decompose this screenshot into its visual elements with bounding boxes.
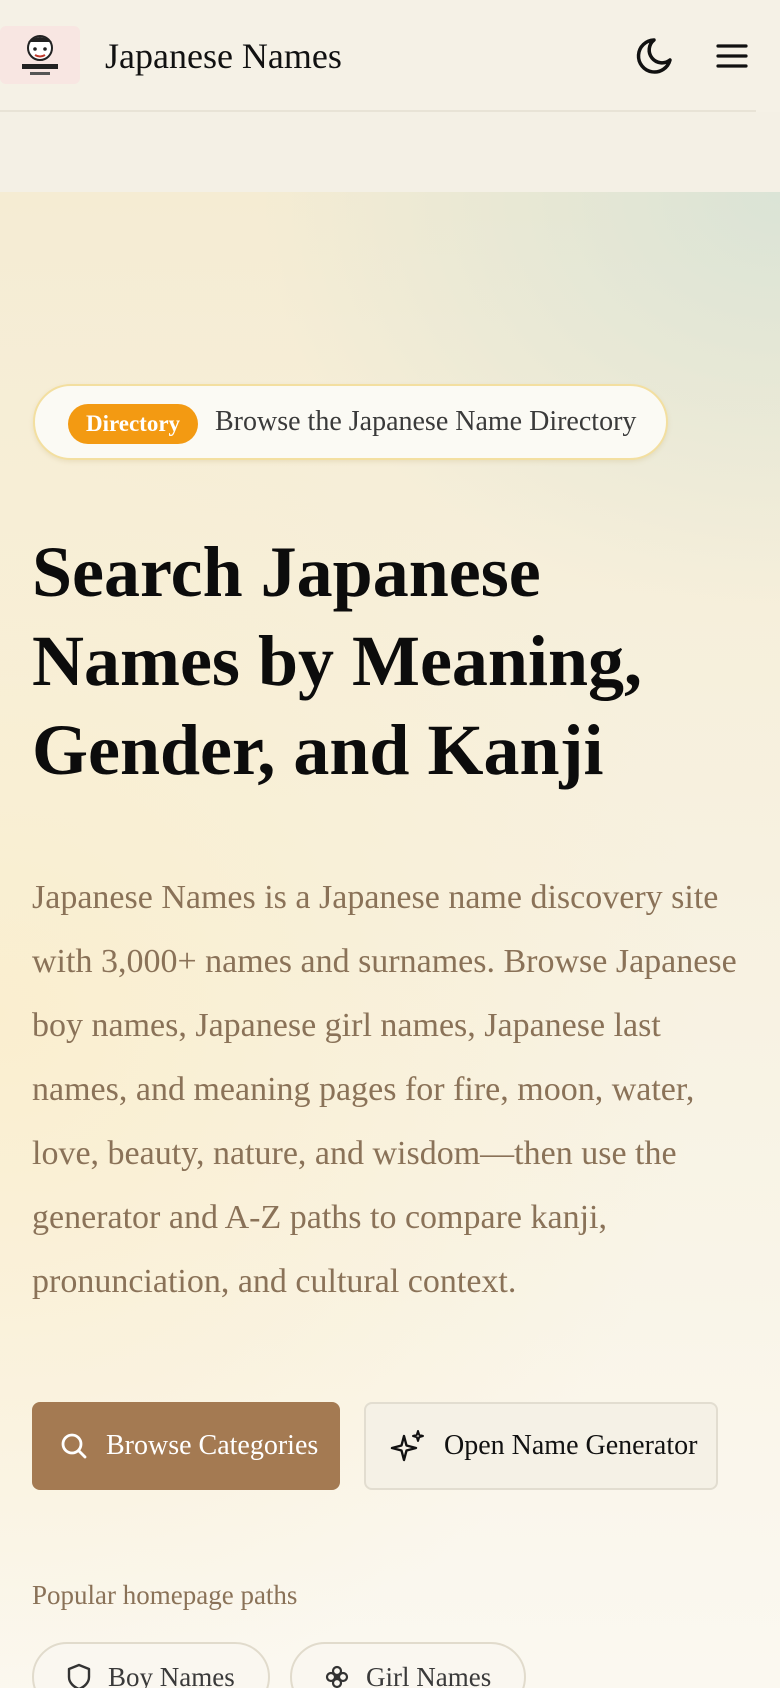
path-chip-label: Boy Names xyxy=(108,1661,235,1688)
directory-badge: Directory xyxy=(68,404,198,444)
popular-paths-heading: Popular homepage paths xyxy=(32,1580,298,1610)
logo-mascot-icon xyxy=(22,35,58,75)
site-title[interactable]: Japanese Names xyxy=(105,34,342,78)
path-chip-boy-names[interactable]: Boy Names xyxy=(32,1642,270,1688)
sparkles-icon xyxy=(390,1430,424,1462)
sub-header-bar xyxy=(0,112,780,192)
site-header: Japanese Names xyxy=(0,0,780,112)
moon-icon[interactable] xyxy=(632,32,680,80)
open-name-generator-button[interactable]: Open Name Generator xyxy=(364,1402,718,1490)
browse-categories-button[interactable]: Browse Categories xyxy=(32,1402,340,1490)
directory-link-text[interactable]: Browse the Japanese Name Directory xyxy=(215,402,636,442)
directory-announcement[interactable]: Directory Browse the Japanese Name Direc… xyxy=(33,384,668,460)
path-chip-girl-names[interactable]: Girl Names xyxy=(290,1642,526,1688)
site-logo[interactable] xyxy=(0,26,80,84)
shield-icon xyxy=(67,1663,91,1688)
hamburger-menu-icon[interactable] xyxy=(712,36,752,76)
browse-categories-label: Browse Categories xyxy=(106,1430,319,1461)
path-chip-label: Girl Names xyxy=(366,1661,492,1688)
search-icon xyxy=(61,1433,87,1459)
intro-paragraph: Japanese Names is a Japanese name discov… xyxy=(32,879,737,1300)
page-title: Search Japanese Names by Meaning, Gender… xyxy=(32,532,642,790)
open-name-generator-label: Open Name Generator xyxy=(444,1430,698,1461)
flower-icon xyxy=(325,1665,349,1688)
